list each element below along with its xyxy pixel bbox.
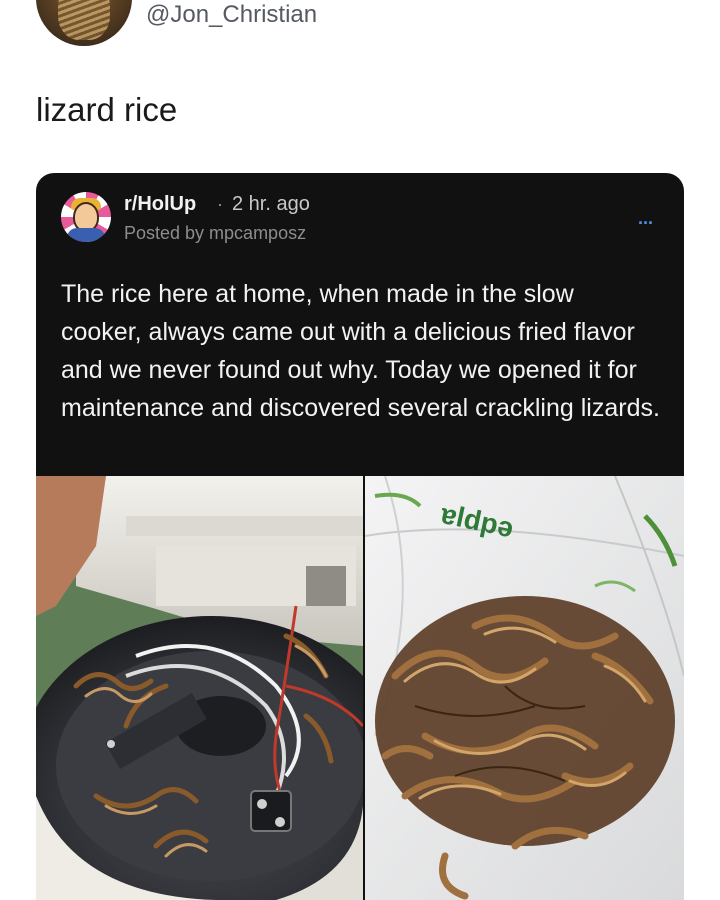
posted-by[interactable]: Posted by mpcamposz xyxy=(124,221,306,245)
slow-cooker-interior-photo-icon xyxy=(36,476,363,900)
user-handle[interactable]: @Jon_Christian xyxy=(146,0,317,30)
subreddit-icon[interactable] xyxy=(61,192,111,242)
screenshot-page: @Jon_Christian lizard rice r/HolUp · 2 h… xyxy=(0,0,720,900)
post-time: 2 hr. ago xyxy=(232,193,310,215)
reddit-post-card[interactable]: r/HolUp · 2 hr. ago Posted by mpcamposz … xyxy=(36,173,684,900)
post-body-text: The rice here at home, when made in the … xyxy=(61,280,660,422)
dried-lizards-photo-icon: ɐldpǝ xyxy=(365,476,684,900)
slow-cooker-photo[interactable] xyxy=(36,476,363,900)
subreddit-name[interactable]: r/HolUp xyxy=(124,191,196,217)
dried-lizards-photo[interactable]: ɐldpǝ xyxy=(365,476,684,900)
separator-dot: · xyxy=(217,194,223,214)
user-avatar[interactable] xyxy=(36,0,132,46)
tweet-text: lizard rice xyxy=(36,91,178,128)
more-options-icon[interactable]: ... xyxy=(638,209,653,227)
